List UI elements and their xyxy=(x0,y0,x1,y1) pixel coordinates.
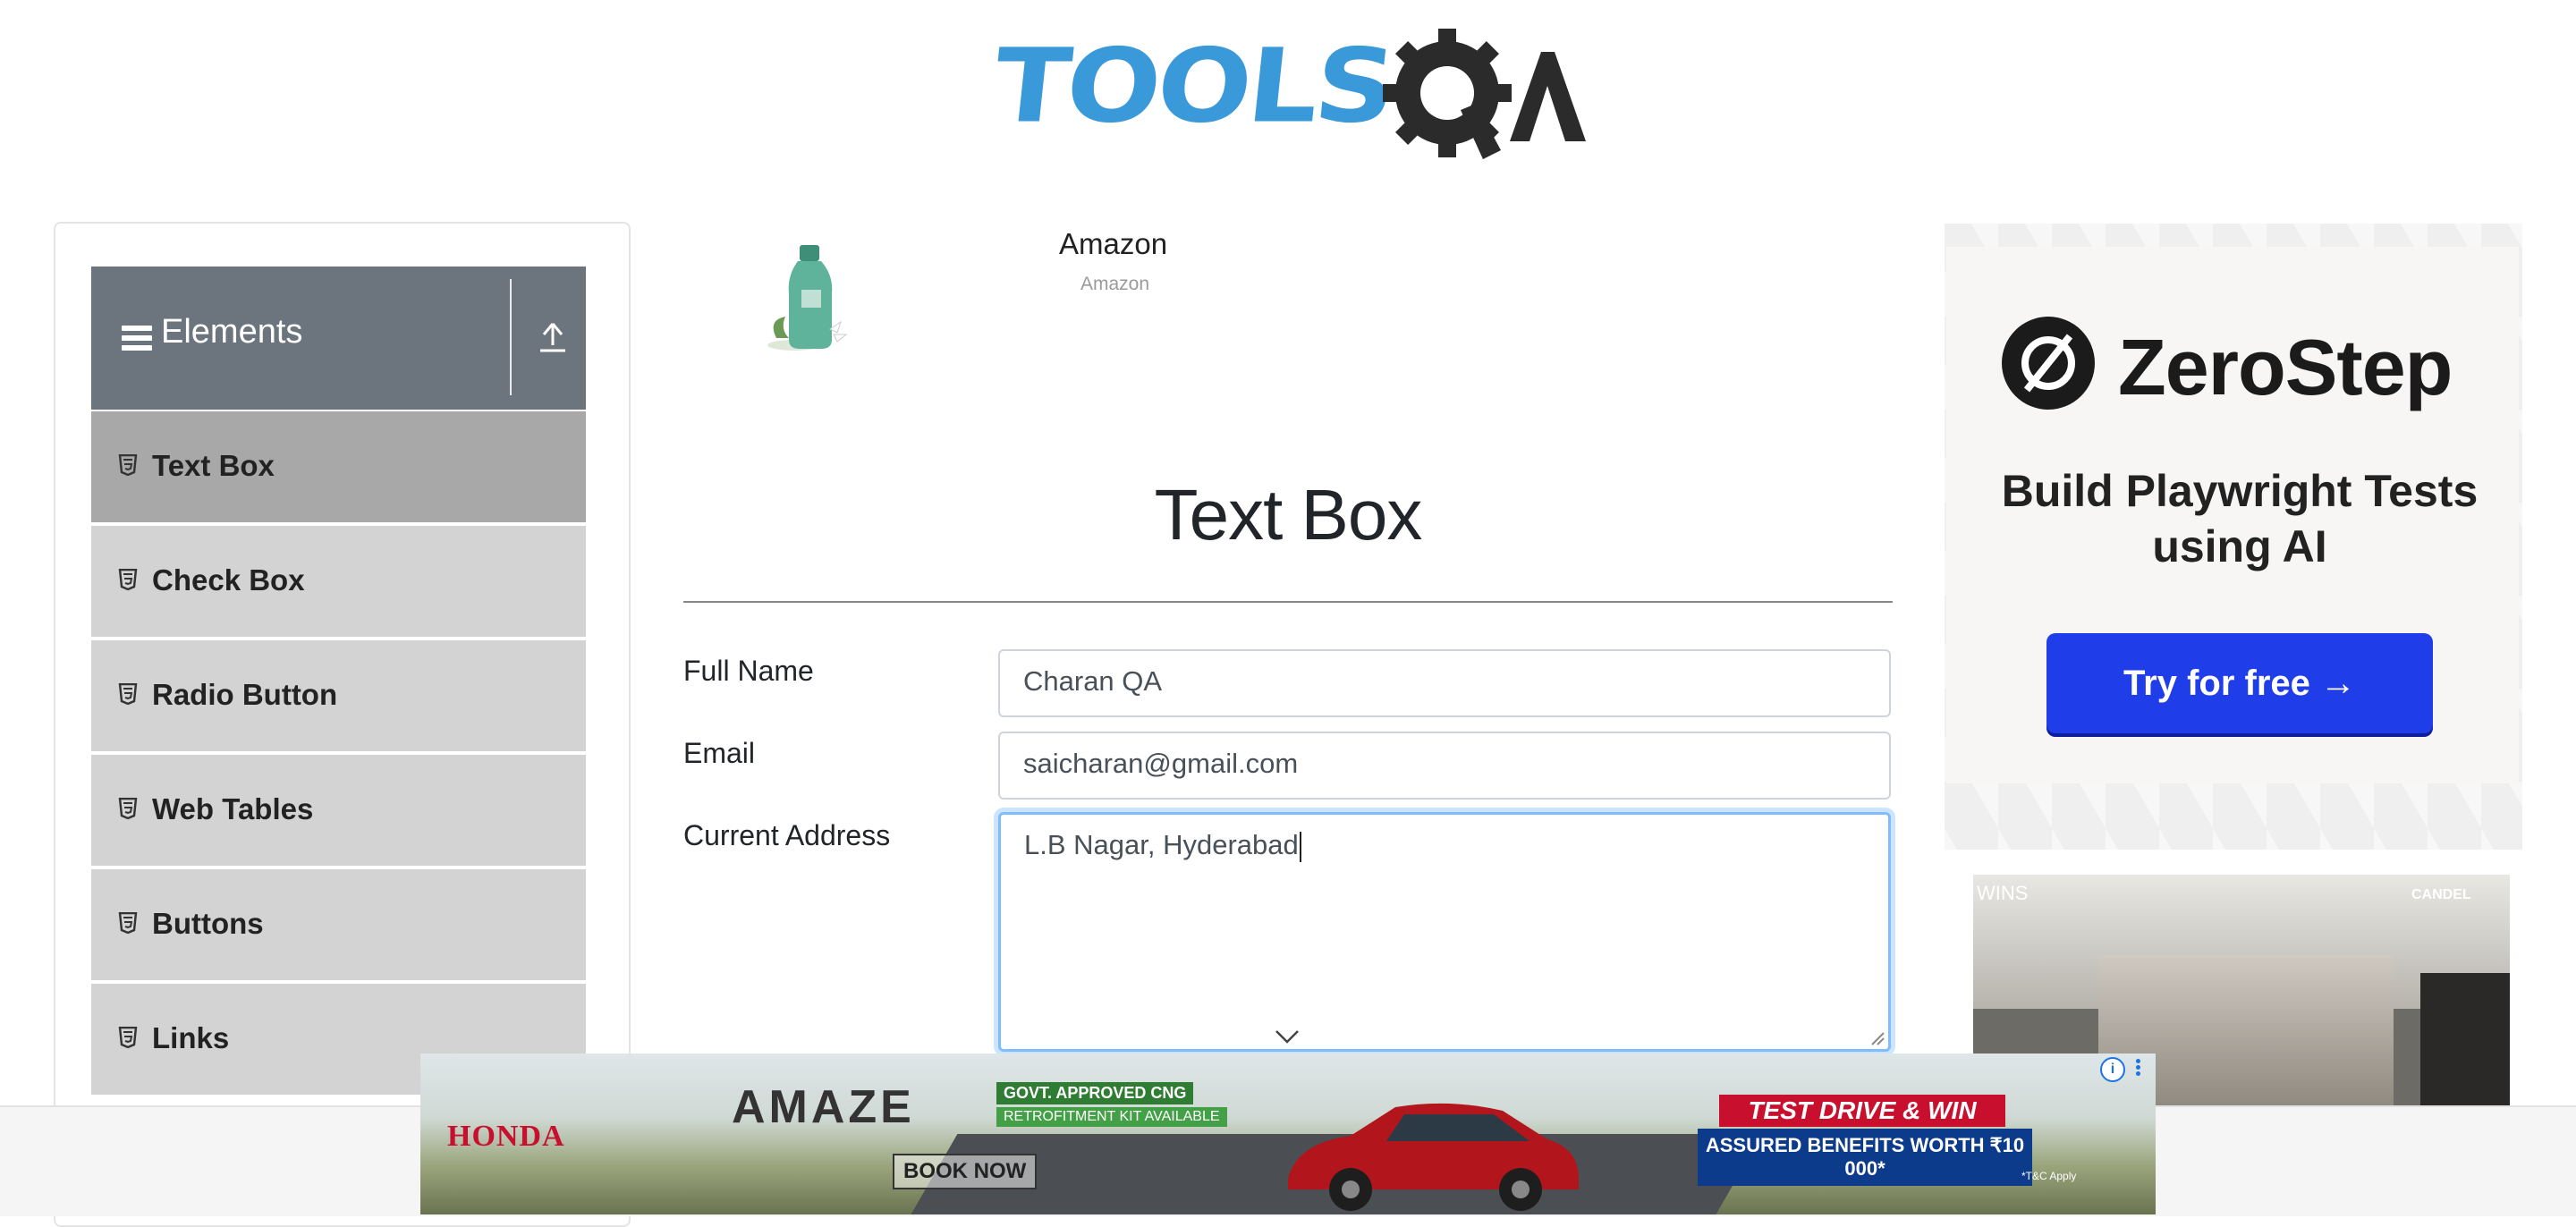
collapse-up-icon[interactable] xyxy=(537,318,569,358)
sidebar-item-label: Web Tables xyxy=(152,792,314,825)
govt-approved-badge: GOVT. APPROVED CNG xyxy=(996,1082,1194,1104)
header-divider xyxy=(683,601,1893,603)
amazon-ad-title[interactable]: Amazon xyxy=(1059,227,1167,261)
resize-grip-icon[interactable] xyxy=(1868,1029,1885,1045)
full-name-value: Charan QA xyxy=(1023,665,1163,697)
assured-benefits: ASSURED BENEFITS WORTH ₹10 000* xyxy=(1698,1129,2032,1186)
chevron-down-icon[interactable] xyxy=(1274,1028,1301,1045)
zerostep-tagline: Build Playwright Tests using AI xyxy=(2001,466,2479,571)
amazon-ad-subtitle: Amazon xyxy=(1080,274,1150,294)
html5-icon xyxy=(118,798,138,819)
ad-info-icon[interactable]: i xyxy=(2100,1057,2125,1082)
zerostep-logo-icon xyxy=(2002,317,2095,410)
sidebar-item-label: Buttons xyxy=(152,907,264,940)
html5-icon xyxy=(118,683,138,705)
current-address-textarea[interactable]: L.B Nagar, Hyderabad xyxy=(998,812,1891,1052)
logo-text-tools: TOOLS xyxy=(988,27,1398,147)
sidebar-item-label: Links xyxy=(152,1021,230,1054)
group-title: Elements xyxy=(161,313,303,351)
terms-apply: *T&C Apply xyxy=(2021,1170,2077,1182)
ad-left-brand: WINS xyxy=(1977,882,2029,904)
ad-menu-icon[interactable] xyxy=(2134,1057,2141,1082)
header-divider xyxy=(510,279,512,395)
sidebar-item-label: Check Box xyxy=(152,563,305,597)
sidebar-item-label: Text Box xyxy=(152,449,275,482)
email-input[interactable]: saicharan@gmail.com xyxy=(998,732,1891,800)
html5-icon xyxy=(118,454,138,476)
sidebar-item-check-box[interactable]: Check Box xyxy=(91,526,586,640)
product-bottle-image[interactable] xyxy=(758,240,859,356)
elements-group-header[interactable]: Elements xyxy=(91,267,586,410)
honda-logo: HONDA xyxy=(447,1120,565,1153)
try-for-free-button[interactable]: Try for free → xyxy=(2046,633,2433,733)
hamburger-icon xyxy=(122,326,152,351)
amaze-model: AMAZE xyxy=(732,1081,915,1133)
page-title: Text Box xyxy=(1154,475,1423,554)
honda-banner-ad[interactable]: HONDA AMAZE GOVT. APPROVED CNG RETROFITM… xyxy=(420,1054,2156,1214)
html5-icon xyxy=(118,1027,138,1048)
ad-right-brand: CANDEL xyxy=(2411,887,2471,902)
email-value: saicharan@gmail.com xyxy=(1023,748,1299,779)
full-name-label: Full Name xyxy=(683,655,814,687)
toolsqa-logo[interactable]: TOOLS xyxy=(988,25,1586,168)
sidebar-item-label: Radio Button xyxy=(152,678,338,711)
ad-dark-panel xyxy=(2420,973,2510,1107)
sidebar-item-radio-button[interactable]: Radio Button xyxy=(91,640,586,755)
sidebar-item-buttons[interactable]: Buttons xyxy=(91,869,586,984)
zerostep-brand: ZeroStep xyxy=(2118,323,2453,411)
email-label: Email xyxy=(683,737,756,769)
current-address-label: Current Address xyxy=(683,819,891,851)
html5-icon xyxy=(118,912,138,934)
logo-gear-qa-icon xyxy=(1383,29,1586,159)
retrofit-badge: RETROFITMENT KIT AVAILABLE xyxy=(996,1107,1227,1127)
sidebar-item-text-box[interactable]: Text Box xyxy=(91,411,586,526)
text-caret xyxy=(1299,831,1301,862)
book-now-button[interactable]: BOOK NOW xyxy=(893,1154,1038,1189)
sidebar-item-web-tables[interactable]: Web Tables xyxy=(91,755,586,869)
full-name-input[interactable]: Charan QA xyxy=(998,649,1891,717)
test-drive-win: TEST DRIVE & WIN xyxy=(1719,1095,2005,1127)
html5-icon xyxy=(118,569,138,590)
current-address-value: L.B Nagar, Hyderabad xyxy=(1024,829,1299,860)
car-image xyxy=(1288,1103,1579,1211)
